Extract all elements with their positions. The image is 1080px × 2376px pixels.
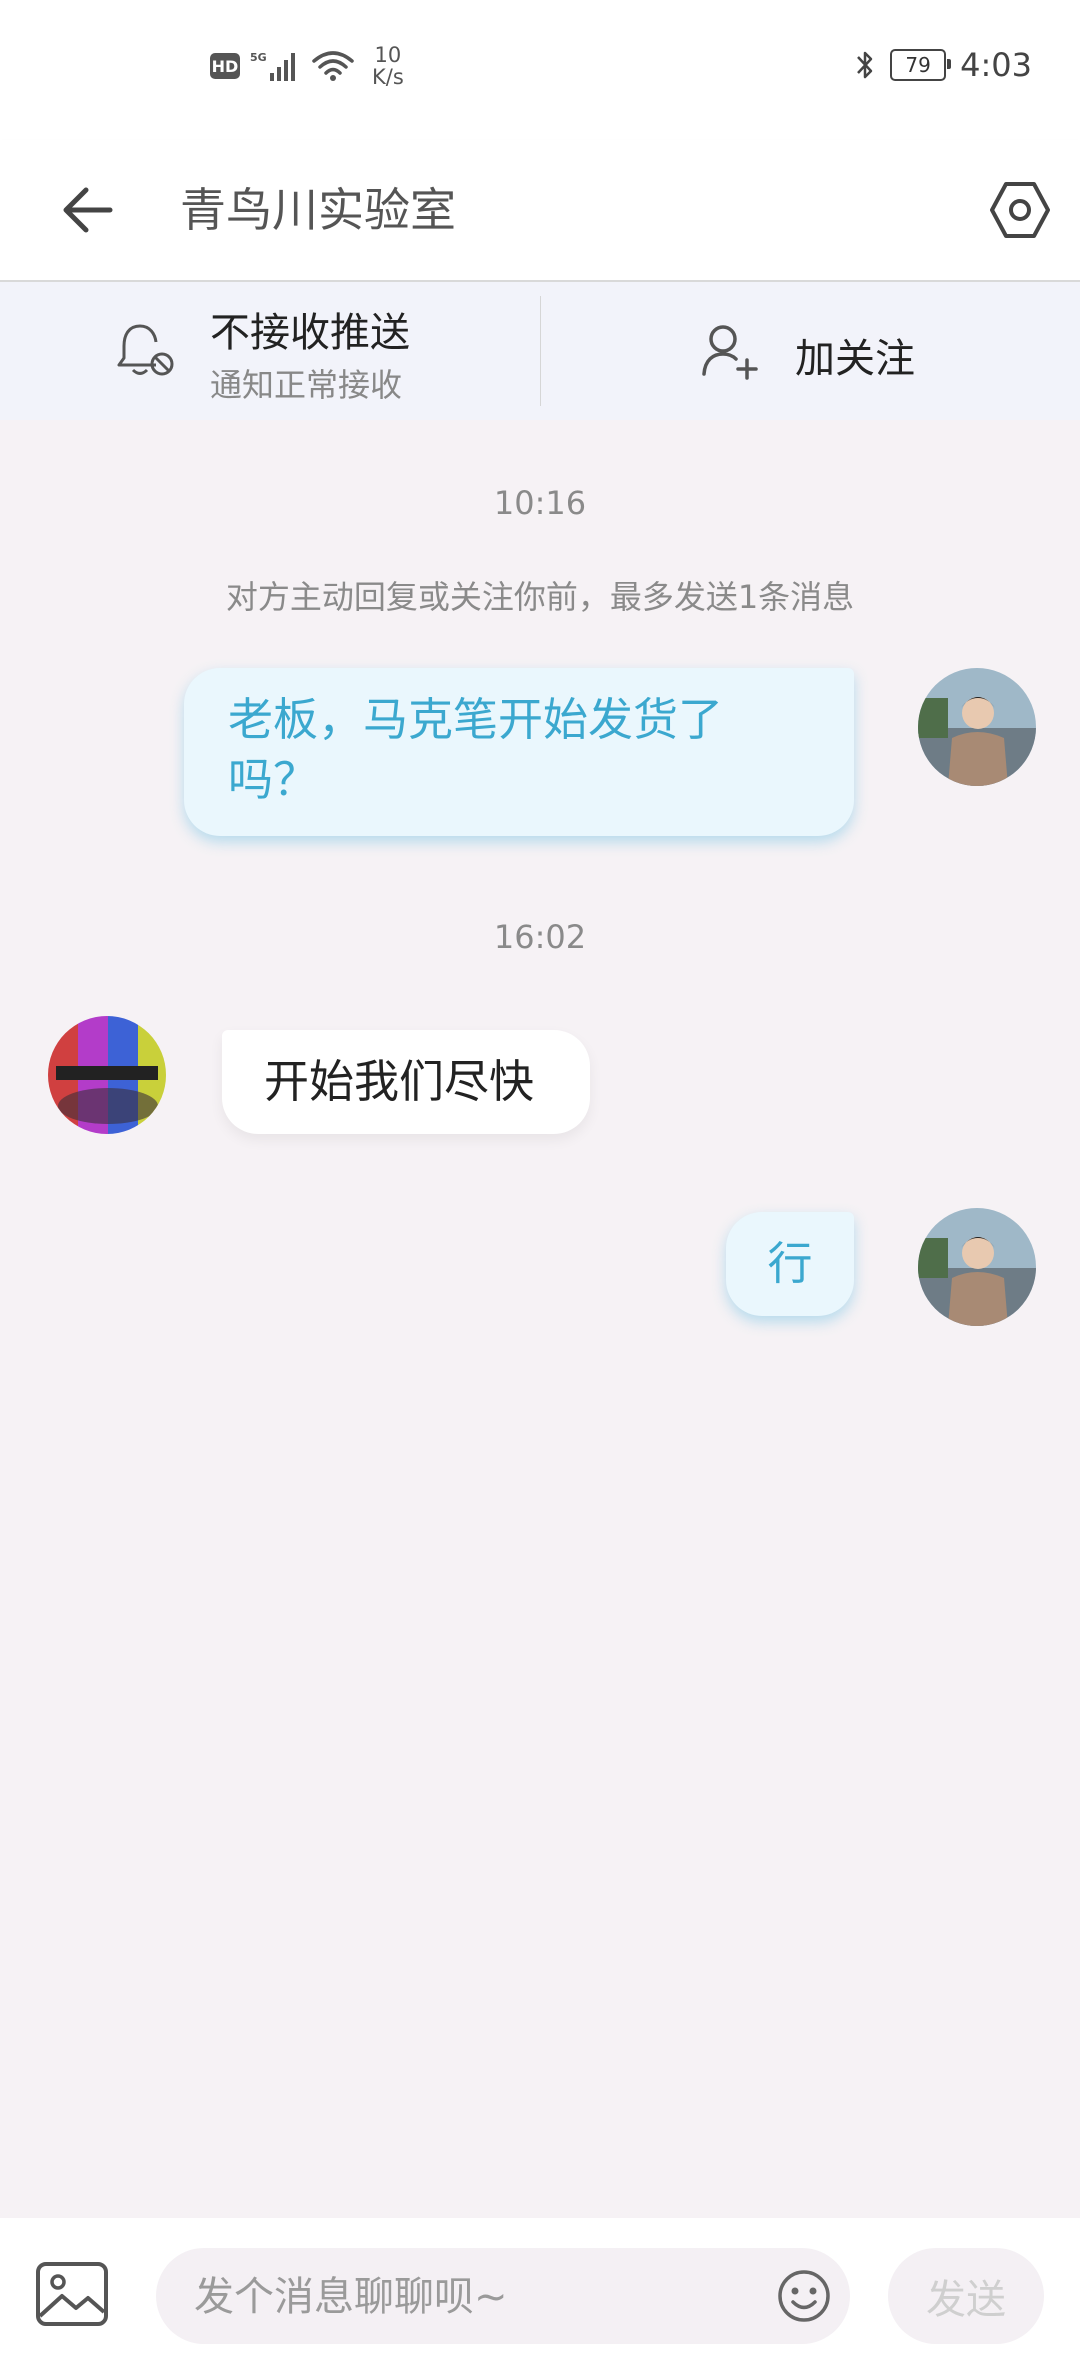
self-avatar-image [918, 1208, 1036, 1326]
image-icon [36, 2262, 108, 2326]
back-button[interactable] [52, 170, 122, 250]
send-button[interactable]: 发送 [888, 2248, 1044, 2344]
chat-timestamp: 10:16 [493, 484, 587, 522]
avatar-self[interactable] [918, 668, 1036, 786]
image-picker-button[interactable] [34, 2260, 110, 2330]
message-text: 开始我们尽快 [264, 1055, 535, 1108]
message-text-line-1: 老板，马克笔开始发货了 [228, 693, 724, 746]
signal-icon: 5G [250, 51, 295, 81]
network-speed-value: 10 [374, 43, 402, 67]
chat-header: 青鸟川实验室 [0, 140, 1080, 282]
battery-indicator: 79 [890, 49, 952, 81]
wifi-icon [312, 51, 354, 81]
avatar-self[interactable] [918, 1208, 1036, 1326]
message-text: 行 [767, 1237, 813, 1290]
settings-button[interactable] [980, 170, 1060, 250]
bell-muted-icon [117, 324, 174, 376]
self-avatar-image [918, 668, 1036, 786]
bluetooth-icon [857, 51, 873, 79]
chat-timestamp: 16:02 [493, 918, 587, 956]
status-time: 4:03 [960, 46, 1032, 84]
message-bubble-outgoing[interactable]: 行 [726, 1212, 854, 1316]
arrow-left-icon [63, 187, 113, 233]
message-bubble-outgoing[interactable]: 老板，马克笔开始发货了 吗？ [184, 668, 854, 836]
emoji-button[interactable] [776, 2268, 832, 2324]
network-speed: 10 K/s [372, 44, 404, 88]
emoji-icon [778, 2270, 830, 2322]
page-title: 青鸟川实验室 [180, 183, 456, 237]
add-user-icon [702, 325, 758, 380]
push-toggle-subtitle: 通知正常接收 [210, 366, 403, 404]
hexagon-settings-icon [990, 182, 1050, 238]
hd-badge: HD [210, 53, 240, 79]
follow-button[interactable]: 加关注 [541, 282, 1080, 420]
svg-text:5G: 5G [250, 51, 267, 64]
message-input-wrapper [156, 2248, 850, 2346]
status-left: HD 5G 10 K/s [210, 44, 404, 88]
follow-label: 加关注 [795, 336, 915, 382]
contact-avatar-image [48, 1016, 166, 1134]
message-text-line-2: 吗？ [228, 753, 319, 806]
push-toggle[interactable]: 不接收推送 通知正常接收 [0, 282, 540, 420]
avatar-contact[interactable] [48, 1016, 166, 1134]
push-toggle-title: 不接收推送 [210, 310, 410, 356]
message-input-bar: 发送 [0, 2218, 1080, 2376]
message-bubble-incoming[interactable]: 开始我们尽快 [222, 1030, 590, 1134]
status-right: 79 4:03 [854, 46, 1032, 84]
chat-notice: 对方主动回复或关注你前，最多发送1条消息 [225, 578, 855, 616]
network-speed-unit: K/s [372, 65, 404, 89]
status-bar: HD 5G 10 K/s 79 4:03 [0, 0, 1080, 140]
message-input[interactable] [192, 2248, 756, 2346]
chat-action-bar: 不接收推送 通知正常接收 加关注 [0, 282, 1080, 420]
